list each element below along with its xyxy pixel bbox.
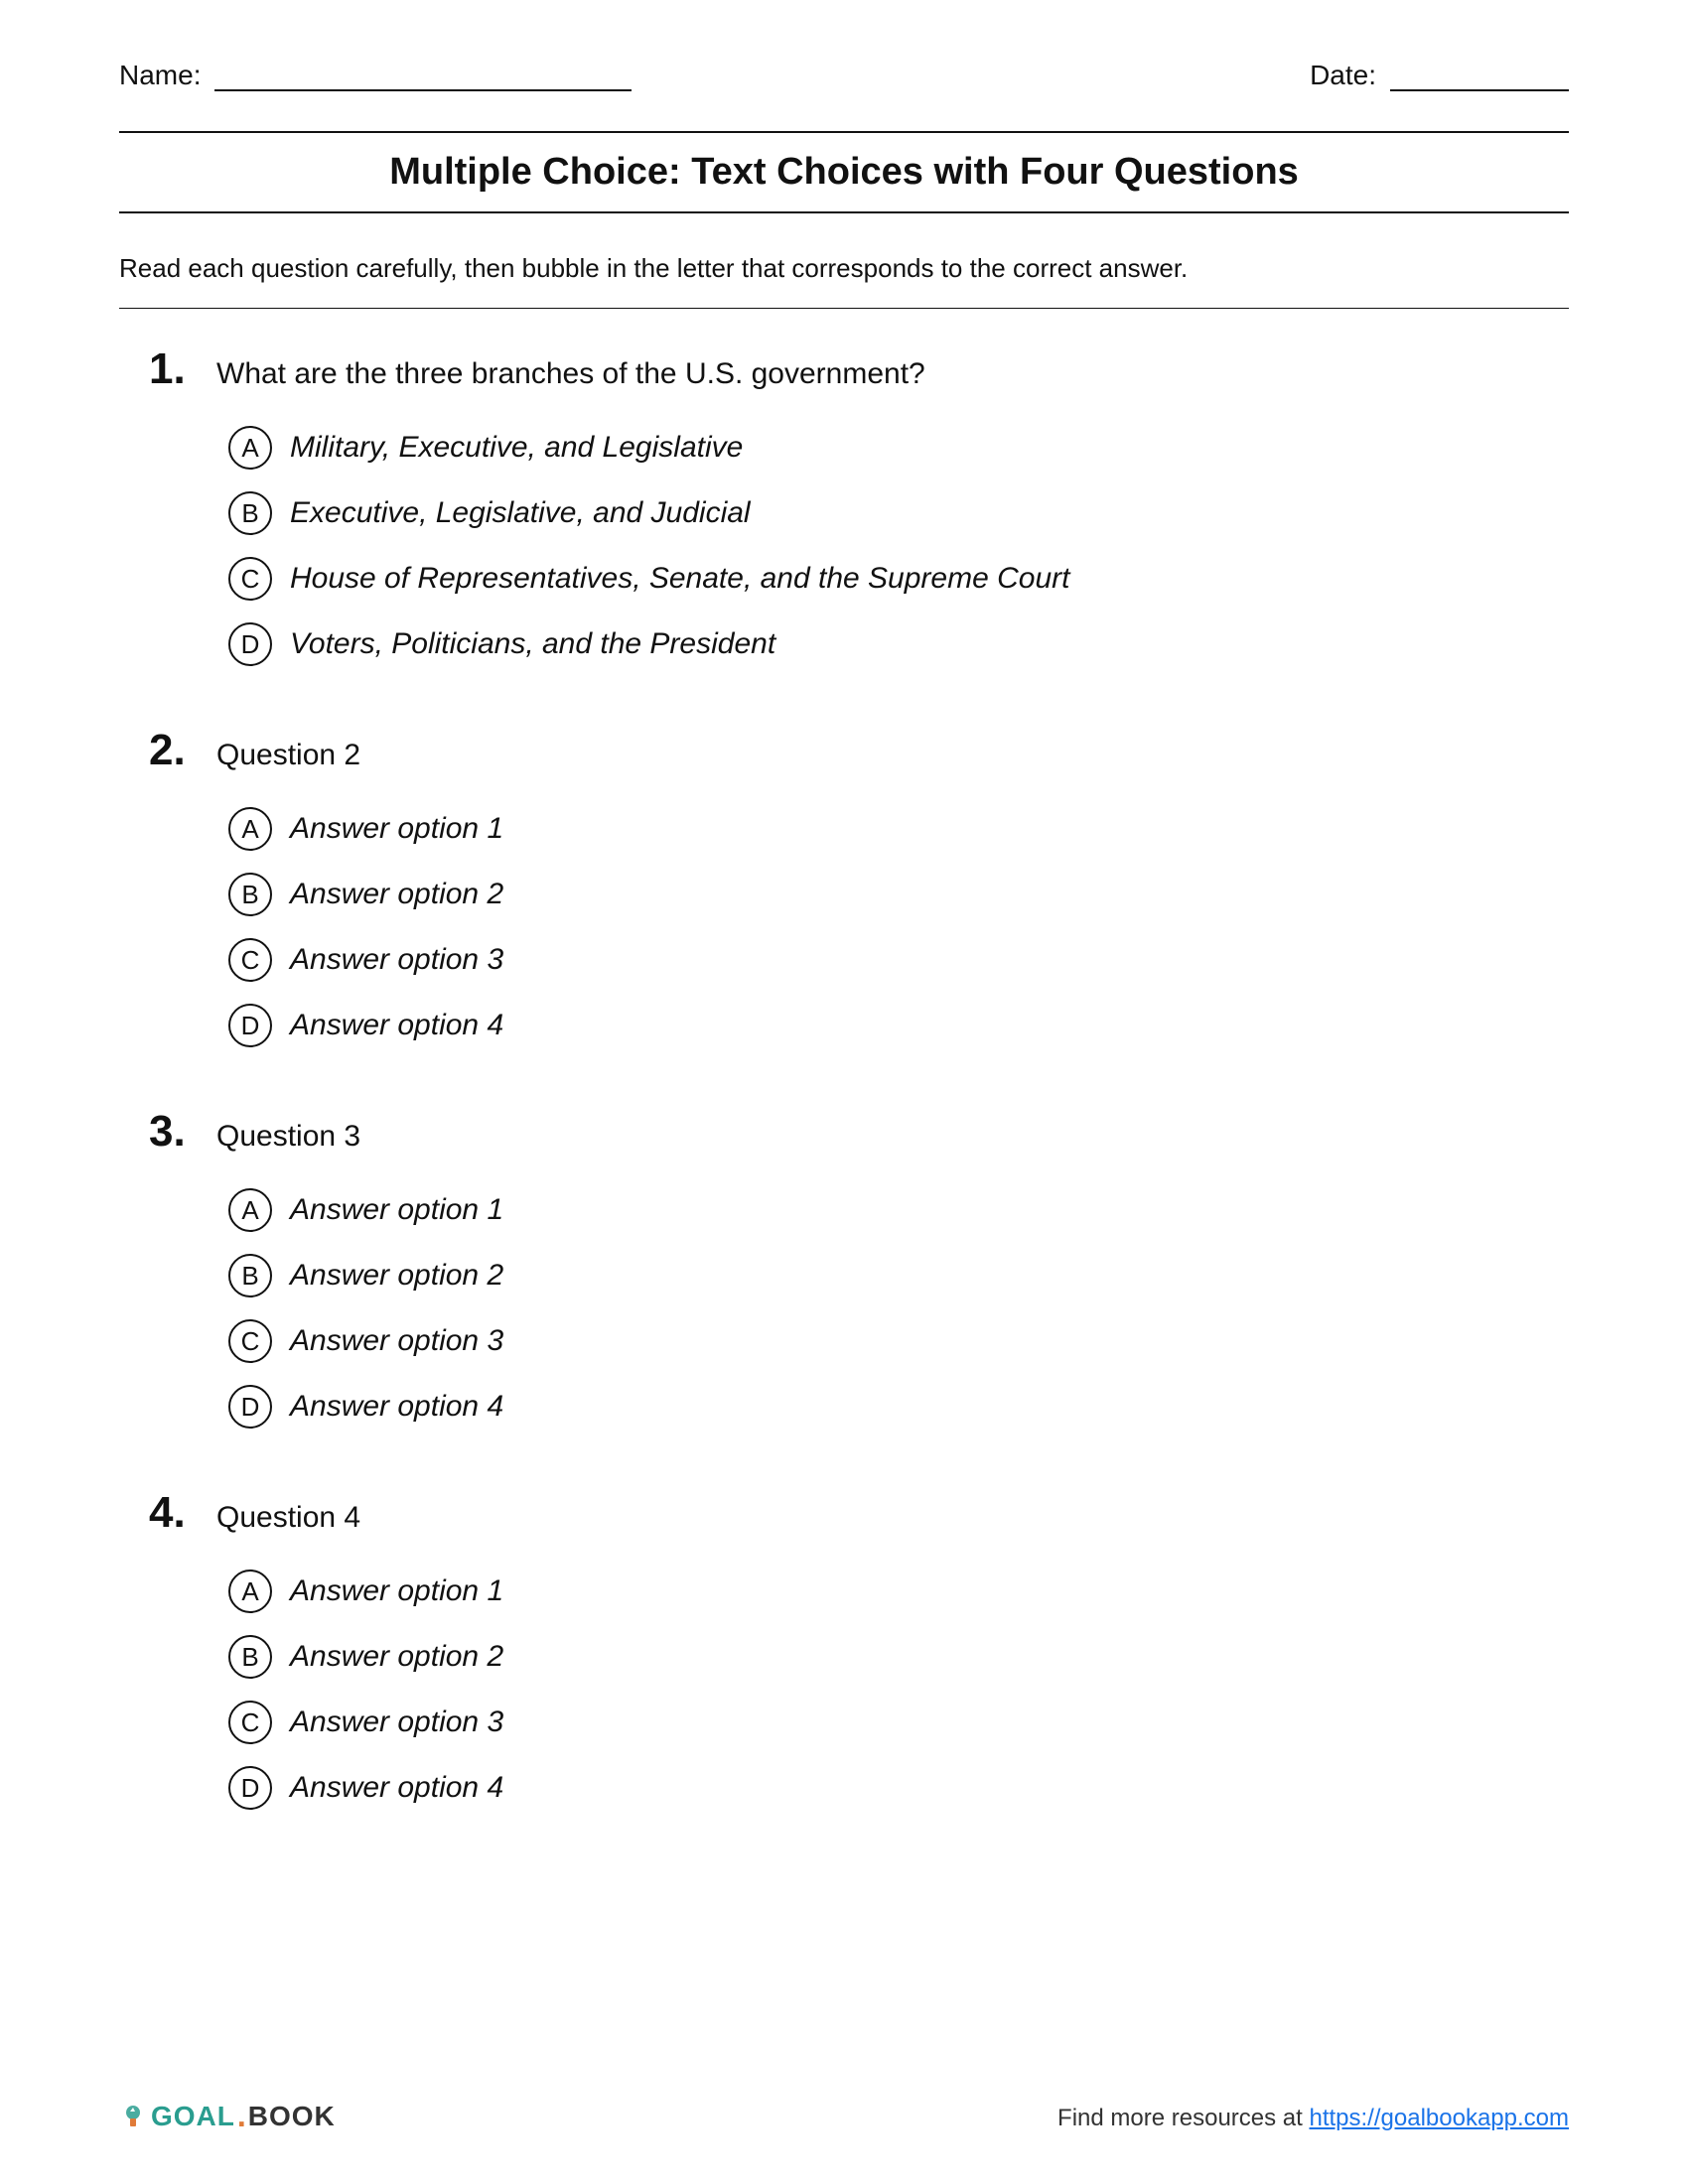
option-item-2-3[interactable]: C Answer option 3: [228, 938, 1569, 982]
bubble-2-3[interactable]: C: [228, 938, 272, 982]
options-list-2: A Answer option 1 B Answer option 2 C Answer …: [149, 807, 1569, 1047]
option-item-2-2[interactable]: B Answer option 2: [228, 873, 1569, 916]
bubble-1-1[interactable]: A: [228, 426, 272, 470]
option-text-4-1: Answer option 1: [290, 1574, 503, 1608]
option-text-2-1: Answer option 1: [290, 812, 503, 846]
question-number-2: 2.: [149, 726, 199, 775]
header: Name: Date:: [119, 60, 1569, 91]
option-item-2-4[interactable]: D Answer option 4: [228, 1004, 1569, 1047]
question-text-3: Question 3: [216, 1120, 360, 1154]
bubble-1-3[interactable]: C: [228, 557, 272, 601]
option-item-1-4[interactable]: D Voters, Politicians, and the President: [228, 622, 1569, 666]
options-list-4: A Answer option 1 B Answer option 2 C Answer …: [149, 1570, 1569, 1810]
question-text-4: Question 4: [216, 1501, 360, 1535]
question-block-3: 3. Question 3 A Answer option 1 B Answer opti…: [119, 1107, 1569, 1429]
option-text-3-4: Answer option 4: [290, 1390, 503, 1424]
title-bottom-divider: [119, 211, 1569, 213]
bubble-2-2[interactable]: B: [228, 873, 272, 916]
question-text-1: What are the three branches of the U.S. …: [216, 357, 925, 391]
option-text-2-4: Answer option 4: [290, 1009, 503, 1042]
question-row-4: 4. Question 4: [149, 1488, 1569, 1538]
bubble-1-4[interactable]: D: [228, 622, 272, 666]
logo-dot: .: [237, 2098, 246, 2134]
option-text-1-3: House of Representatives, Senate, and th…: [290, 562, 1069, 596]
top-divider: [119, 131, 1569, 133]
option-item-4-3[interactable]: C Answer option 3: [228, 1701, 1569, 1744]
page-title: Multiple Choice: Text Choices with Four …: [119, 151, 1569, 194]
date-line[interactable]: [1390, 64, 1569, 91]
logo-goal-text: GOAL: [151, 2101, 235, 2132]
bubble-3-4[interactable]: D: [228, 1385, 272, 1429]
title-block: Multiple Choice: Text Choices with Four …: [119, 131, 1569, 213]
bubble-4-3[interactable]: C: [228, 1701, 272, 1744]
name-section: Name:: [119, 60, 632, 91]
bubble-1-2[interactable]: B: [228, 491, 272, 535]
options-list-1: A Military, Executive, and Legislative B Ex…: [149, 426, 1569, 666]
option-item-3-3[interactable]: C Answer option 3: [228, 1319, 1569, 1363]
bubble-3-2[interactable]: B: [228, 1254, 272, 1297]
footer: GOAL.BOOK Find more resources at https:/…: [119, 2098, 1569, 2134]
instructions-divider: [119, 308, 1569, 309]
question-block-2: 2. Question 2 A Answer option 1 B Answer opti…: [119, 726, 1569, 1047]
question-number-4: 4.: [149, 1488, 199, 1538]
question-number-1: 1.: [149, 344, 199, 394]
bubble-3-1[interactable]: A: [228, 1188, 272, 1232]
date-label: Date:: [1310, 60, 1376, 91]
option-item-2-1[interactable]: A Answer option 1: [228, 807, 1569, 851]
bubble-2-1[interactable]: A: [228, 807, 272, 851]
option-item-4-2[interactable]: B Answer option 2: [228, 1635, 1569, 1679]
option-item-4-4[interactable]: D Answer option 4: [228, 1766, 1569, 1810]
option-text-3-2: Answer option 2: [290, 1259, 503, 1293]
name-label: Name:: [119, 60, 201, 91]
logo-book-text: BOOK: [248, 2101, 336, 2132]
option-item-3-1[interactable]: A Answer option 1: [228, 1188, 1569, 1232]
option-item-1-3[interactable]: C House of Representatives, Senate, and t…: [228, 557, 1569, 601]
question-block-1: 1. What are the three branches of the U.S…: [119, 344, 1569, 666]
bubble-4-1[interactable]: A: [228, 1570, 272, 1613]
question-row-1: 1. What are the three branches of the U.S…: [149, 344, 1569, 394]
option-item-3-2[interactable]: B Answer option 2: [228, 1254, 1569, 1297]
option-text-2-3: Answer option 3: [290, 943, 503, 977]
bubble-2-4[interactable]: D: [228, 1004, 272, 1047]
option-text-3-3: Answer option 3: [290, 1324, 503, 1358]
option-item-1-1[interactable]: A Military, Executive, and Legislative: [228, 426, 1569, 470]
option-item-1-2[interactable]: B Executive, Legislative, and Judicial: [228, 491, 1569, 535]
option-text-3-1: Answer option 1: [290, 1193, 503, 1227]
option-item-4-1[interactable]: A Answer option 1: [228, 1570, 1569, 1613]
instructions: Read each question carefully, then bubbl…: [119, 243, 1569, 294]
option-text-1-4: Voters, Politicians, and the President: [290, 627, 775, 661]
footer-link[interactable]: https://goalbookapp.com: [1309, 2105, 1569, 2131]
goalbook-logo: GOAL.BOOK: [119, 2098, 336, 2134]
option-text-4-4: Answer option 4: [290, 1771, 503, 1805]
question-block-4: 4. Question 4 A Answer option 1 B Answer opti…: [119, 1488, 1569, 1810]
footer-find-text: Find more resources at: [1057, 2105, 1309, 2131]
option-text-4-3: Answer option 3: [290, 1706, 503, 1739]
option-text-1-2: Executive, Legislative, and Judicial: [290, 496, 751, 530]
date-section: Date:: [1310, 60, 1569, 91]
bubble-4-4[interactable]: D: [228, 1766, 272, 1810]
question-number-3: 3.: [149, 1107, 199, 1157]
option-text-1-1: Military, Executive, and Legislative: [290, 431, 743, 465]
goalbook-logo-icon: [119, 2103, 147, 2130]
question-text-2: Question 2: [216, 739, 360, 772]
question-row-2: 2. Question 2: [149, 726, 1569, 775]
option-text-4-2: Answer option 2: [290, 1640, 503, 1674]
bubble-3-3[interactable]: C: [228, 1319, 272, 1363]
option-text-2-2: Answer option 2: [290, 878, 503, 911]
bubble-4-2[interactable]: B: [228, 1635, 272, 1679]
questions-container: 1. What are the three branches of the U.S…: [119, 344, 1569, 1810]
options-list-3: A Answer option 1 B Answer option 2 C Answer …: [149, 1188, 1569, 1429]
option-item-3-4[interactable]: D Answer option 4: [228, 1385, 1569, 1429]
footer-find-more: Find more resources at https://goalbooka…: [1057, 2101, 1569, 2132]
question-row-3: 3. Question 3: [149, 1107, 1569, 1157]
name-line[interactable]: [214, 64, 632, 91]
